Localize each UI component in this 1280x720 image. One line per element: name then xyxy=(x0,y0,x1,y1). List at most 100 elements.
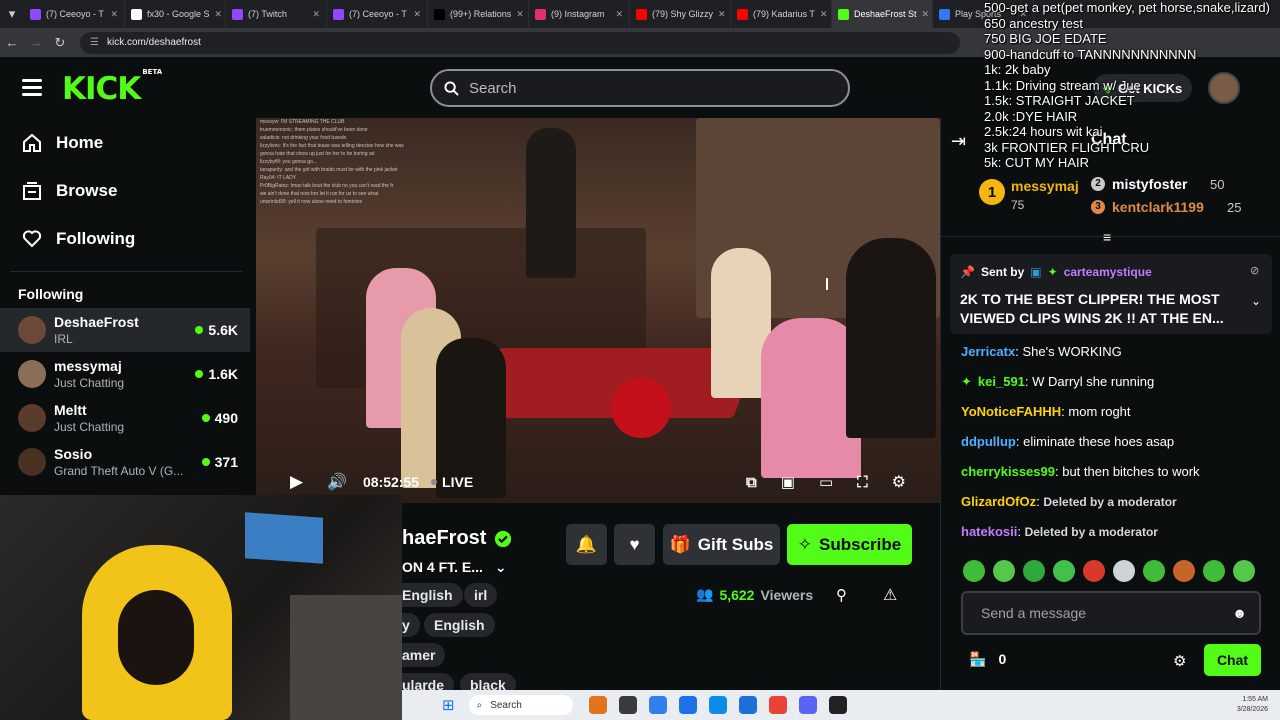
close-tab-icon[interactable]: ✕ xyxy=(110,9,118,20)
clip-icon[interactable]: ▣ xyxy=(781,473,795,491)
tab-search-icon[interactable]: ▾ xyxy=(0,6,24,22)
browser-tab[interactable]: (9) Instagram ✕ xyxy=(529,0,630,28)
browser-tab[interactable]: (7) Ceeoyo - T ✕ xyxy=(327,0,428,28)
chat-username[interactable]: GlizardOfOz xyxy=(961,494,1036,509)
close-tab-icon[interactable]: ✕ xyxy=(413,9,421,20)
close-tab-icon[interactable]: ✕ xyxy=(718,9,726,20)
notification-bell-button[interactable]: 🔔 xyxy=(566,524,607,565)
close-tab-icon[interactable]: ✕ xyxy=(215,9,223,20)
browser-tab[interactable]: fx30 - Google S ✕ xyxy=(125,0,226,28)
reload-icon[interactable]: ↻ xyxy=(48,35,72,51)
taskbar-app-icon[interactable] xyxy=(828,696,847,714)
browser-tab[interactable]: (7) Ceeoyo - T ✕ xyxy=(24,0,125,28)
close-tab-icon[interactable]: ✕ xyxy=(312,9,320,20)
collapse-chat-icon[interactable]: ⇥ xyxy=(951,131,966,152)
chat-message[interactable]: ✦ kei_591: W Darryl she running xyxy=(961,374,1154,390)
channel-name[interactable]: haeFrost xyxy=(402,527,512,550)
expand-pinned-icon[interactable]: ⌄ xyxy=(1251,294,1261,308)
theater-mode-icon[interactable]: ▭ xyxy=(819,473,833,491)
browser-tab[interactable]: (99+) Relations ✕ xyxy=(428,0,529,28)
following-item[interactable]: Sosio Grand Theft Auto V (G... 371 xyxy=(0,440,250,484)
send-chat-button[interactable]: Chat xyxy=(1204,644,1261,676)
subscribe-button[interactable]: ✧ Subscribe xyxy=(787,524,912,565)
emote-icon[interactable] xyxy=(1143,560,1165,582)
emoji-icon[interactable]: ☻ xyxy=(1232,605,1247,621)
follow-button[interactable]: ♥ xyxy=(614,524,655,565)
tag-ularde[interactable]: ularde xyxy=(402,673,455,690)
emote-icon[interactable] xyxy=(1083,560,1105,582)
fullscreen-icon[interactable]: ⛶ xyxy=(857,474,868,491)
chat-message-input[interactable]: Send a message ☻ xyxy=(961,591,1261,635)
tag-y[interactable]: y xyxy=(402,613,420,637)
emote-icon[interactable] xyxy=(1113,560,1135,582)
chat-message[interactable]: Jerricatx: She's WORKING xyxy=(961,344,1122,359)
settings-gear-icon[interactable]: ⚙ xyxy=(892,472,906,492)
gift-subs-button[interactable]: 🎁 Gift Subs xyxy=(663,524,780,565)
following-item[interactable]: DeshaeFrost IRL 5.6K xyxy=(0,308,250,352)
search-input[interactable]: Search xyxy=(430,69,850,107)
unpin-icon[interactable]: ⊘ xyxy=(1250,264,1259,277)
chat-settings-icon[interactable]: ⚙ xyxy=(1173,652,1186,670)
kick-logo[interactable]: KICK BETA xyxy=(62,68,162,107)
stream-title[interactable]: ON 4 FT. E... ⌄ xyxy=(402,559,507,576)
taskbar-app-icon[interactable] xyxy=(708,696,727,714)
taskbar-app-icon[interactable] xyxy=(738,696,757,714)
play-icon[interactable]: ▶ xyxy=(290,472,303,492)
chat-username[interactable]: Jerricatx xyxy=(961,344,1015,359)
following-item[interactable]: Meltt Just Chatting 490 xyxy=(0,396,250,440)
clock[interactable]: 1:55 AM 3/28/2026 xyxy=(1237,695,1268,715)
close-tab-icon[interactable]: ✕ xyxy=(516,9,524,20)
pip-icon[interactable]: ⧉ xyxy=(746,474,757,491)
nav-home[interactable]: Home xyxy=(0,119,250,167)
share-icon[interactable]: ⚲ xyxy=(836,586,847,604)
chat-username[interactable]: kei_591 xyxy=(978,374,1025,389)
taskbar-app-icon[interactable] xyxy=(618,696,637,714)
browser-tab[interactable]: (79) Kadarius T ✕ xyxy=(731,0,832,28)
expand-leaderboard-icon[interactable]: ≡ xyxy=(1103,229,1111,245)
leaderboard-user-3[interactable]: kentclark1199 xyxy=(1112,199,1204,215)
taskbar-app-icon[interactable] xyxy=(588,696,607,714)
tag-irl[interactable]: irl xyxy=(464,583,498,607)
leaderboard-user-1[interactable]: messymaj xyxy=(1011,178,1079,194)
close-tab-icon[interactable]: ✕ xyxy=(922,9,930,20)
tag-black[interactable]: black xyxy=(460,673,516,690)
emote-icon[interactable] xyxy=(1203,560,1225,582)
emote-icon[interactable] xyxy=(963,560,985,582)
nav-browse[interactable]: Browse xyxy=(0,167,250,215)
browser-tab[interactable]: DeshaeFrost St ✕ xyxy=(832,0,933,28)
taskbar-app-icon[interactable] xyxy=(798,696,817,714)
following-item[interactable]: messymaj Just Chatting 1.6K xyxy=(0,352,250,396)
browser-tab[interactable]: (79) Shy Glizzy ✕ xyxy=(630,0,731,28)
chat-username[interactable]: hatekosii xyxy=(961,524,1017,539)
start-icon[interactable]: ⊞ xyxy=(442,696,455,714)
chevron-down-icon[interactable]: ⌄ xyxy=(495,559,507,576)
tag-english-2[interactable]: English xyxy=(424,613,495,637)
chat-message[interactable]: hatekosii: Deleted by a moderator xyxy=(961,524,1158,539)
pinned-user[interactable]: carteamystique xyxy=(1064,265,1152,279)
taskbar-app-icon[interactable] xyxy=(678,696,697,714)
site-info-icon[interactable]: ☰ xyxy=(90,37,99,48)
video-player[interactable]: messyw: I'M STREAMING THE CLUB truemnemon… xyxy=(256,118,940,503)
nav-following[interactable]: Following xyxy=(0,215,250,263)
close-tab-icon[interactable]: ✕ xyxy=(615,9,623,20)
tag-gamer[interactable]: amer xyxy=(402,643,446,667)
emote-icon[interactable] xyxy=(1053,560,1075,582)
taskbar-app-icon[interactable] xyxy=(648,696,667,714)
chat-username[interactable]: cherrykisses99 xyxy=(961,464,1055,479)
menu-icon[interactable] xyxy=(22,79,42,96)
chat-message[interactable]: GlizardOfOz: Deleted by a moderator xyxy=(961,494,1177,509)
emote-icon[interactable] xyxy=(1173,560,1195,582)
address-bar[interactable]: ☰ kick.com/deshaefrost xyxy=(80,31,960,54)
emote-icon[interactable] xyxy=(993,560,1015,582)
tag-english[interactable]: English xyxy=(402,583,463,607)
taskbar-app-icon[interactable] xyxy=(768,696,787,714)
browser-tab[interactable]: (7) Twitch ✕ xyxy=(226,0,327,28)
pinned-message[interactable]: 📌 Sent by ▣ ✦ carteamystique 2K TO THE BEST … xyxy=(950,254,1272,334)
emote-icon[interactable] xyxy=(1023,560,1045,582)
volume-icon[interactable]: 🔊 xyxy=(327,472,347,492)
chat-message[interactable]: YoNoticeFAHHH: mom roght xyxy=(961,404,1131,419)
chat-message[interactable]: ddpullup: eliminate these hoes asap xyxy=(961,434,1174,449)
back-icon[interactable]: ← xyxy=(0,35,24,50)
leaderboard-user-2[interactable]: mistyfoster xyxy=(1112,176,1187,192)
chat-username[interactable]: ddpullup xyxy=(961,434,1016,449)
